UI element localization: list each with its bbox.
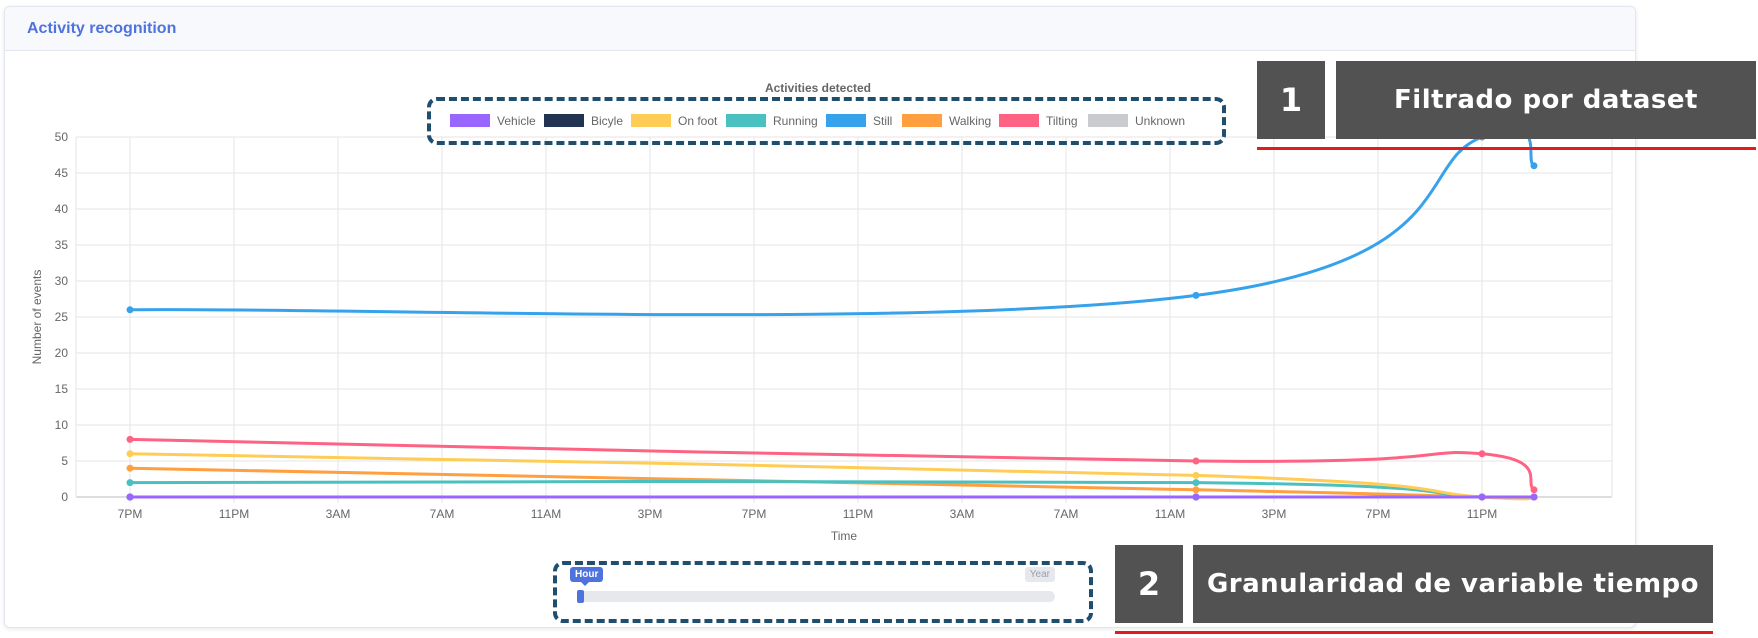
data-point	[1530, 486, 1538, 494]
chart-title: Activities detected	[765, 81, 871, 95]
x-tick-label: 7PM	[118, 507, 143, 521]
x-tick-label: 11PM	[1467, 507, 1497, 521]
annotation-2-underline	[1115, 631, 1713, 634]
x-tick-label: 11PM	[219, 507, 249, 521]
data-point	[126, 450, 134, 458]
x-tick-label: 11PM	[843, 507, 873, 521]
x-axis-label: Time	[831, 529, 858, 543]
data-point	[1478, 493, 1486, 501]
y-tick-label: 25	[55, 310, 69, 324]
x-tick-label: 7PM	[742, 507, 767, 521]
data-point	[1192, 457, 1200, 465]
y-tick-label: 15	[55, 382, 69, 396]
data-point	[1192, 479, 1200, 487]
data-point	[126, 435, 134, 443]
x-tick-label: 7PM	[1366, 507, 1391, 521]
slider-highlight-box	[553, 561, 1093, 623]
annotation-1-underline	[1257, 147, 1756, 150]
annotation-2-number: 2	[1115, 545, 1183, 623]
data-point	[1530, 493, 1538, 501]
y-tick-label: 10	[55, 418, 69, 432]
x-tick-label: 3PM	[638, 507, 663, 521]
annotation-2-label: Granularidad de variable tiempo	[1193, 545, 1713, 623]
y-tick-label: 45	[55, 166, 69, 180]
x-tick-label: 7AM	[430, 507, 455, 521]
annotation-1-label: Filtrado por dataset	[1336, 61, 1756, 139]
data-point	[126, 493, 134, 501]
x-tick-label: 7AM	[1054, 507, 1079, 521]
annotation-1-number: 1	[1257, 61, 1325, 139]
y-tick-label: 35	[55, 238, 69, 252]
y-tick-label: 0	[61, 490, 68, 504]
y-tick-label: 20	[55, 346, 69, 360]
data-point	[1192, 486, 1200, 494]
y-tick-label: 40	[55, 202, 69, 216]
x-tick-label: 11AM	[531, 507, 561, 521]
data-point	[1192, 471, 1200, 479]
data-point	[1530, 162, 1538, 170]
data-point	[126, 464, 134, 472]
x-tick-label: 3AM	[326, 507, 351, 521]
x-tick-label: 3AM	[950, 507, 975, 521]
y-tick-label: 30	[55, 274, 69, 288]
data-point	[126, 479, 134, 487]
y-axis-label: Number of events	[30, 270, 44, 365]
y-tick-label: 50	[55, 130, 69, 144]
legend-highlight-box	[427, 97, 1226, 145]
data-point	[1478, 450, 1486, 458]
x-tick-label: 11AM	[1155, 507, 1185, 521]
data-point	[1192, 291, 1200, 299]
data-point	[126, 306, 134, 314]
data-point	[1192, 493, 1200, 501]
x-tick-label: 3PM	[1262, 507, 1287, 521]
y-tick-label: 5	[61, 454, 68, 468]
series-line	[129, 128, 1536, 317]
